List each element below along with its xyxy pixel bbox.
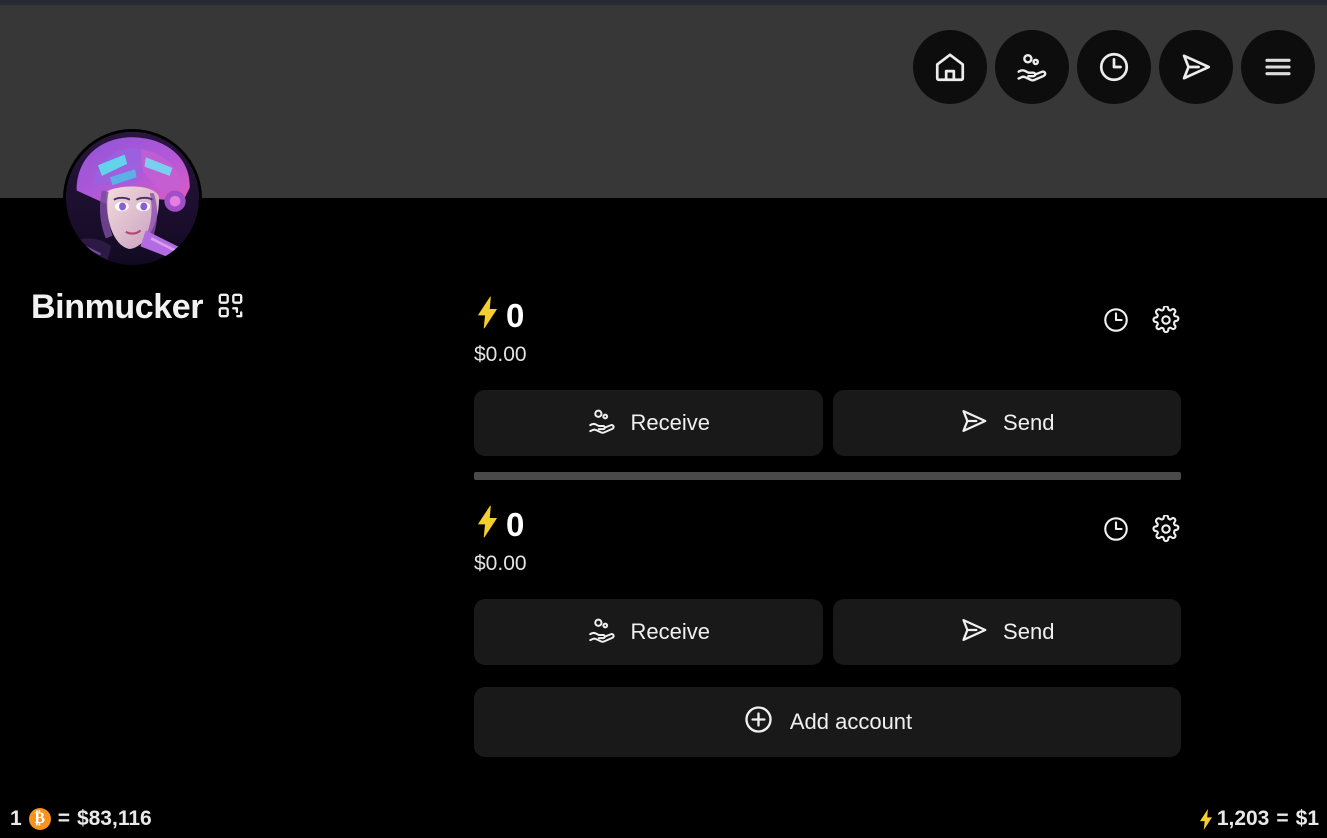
btc-rate-equals: =: [57, 807, 70, 830]
receive-hand-coin-icon: [587, 615, 617, 649]
account-settings-button[interactable]: [1152, 306, 1180, 334]
account-fiat-value: $0.00: [474, 343, 527, 366]
account-balance-row: 0: [474, 296, 1181, 334]
send-paper-plane-icon: [1179, 50, 1213, 84]
bitcoin-symbol: ₿: [34, 810, 46, 827]
hamburger-menu-icon: [1261, 50, 1295, 84]
receive-button[interactable]: Receive: [474, 390, 823, 456]
nav-home-button[interactable]: [913, 30, 987, 104]
btc-rate-prefix: 1: [10, 807, 22, 830]
lightning-bolt-icon: [474, 505, 501, 543]
account-balance-row: 0: [474, 505, 1181, 543]
accounts-list: 0 $0.00 Receive Send 0 $0.00 Receive Sen…: [474, 296, 1181, 757]
send-paper-plane-icon: [959, 406, 989, 440]
account-history-button[interactable]: [1102, 515, 1130, 543]
receive-button-label: Receive: [630, 410, 710, 435]
nav-menu-button[interactable]: [1241, 30, 1315, 104]
receive-button[interactable]: Receive: [474, 599, 823, 665]
account-button-row: Receive Send: [474, 599, 1181, 665]
account-balance-header: 0 $0.00: [474, 505, 1181, 589]
home-icon: [933, 50, 967, 84]
clock-icon: [1097, 50, 1131, 84]
account-actions: [1102, 515, 1180, 543]
page-title: Binmucker: [31, 288, 204, 326]
wallet-app: Binmucker 0 $0.00 Receive Send 0 $0.00 R…: [0, 0, 1327, 838]
btc-rate-price: $83,116: [76, 807, 152, 830]
account-balance-amount: 0: [506, 296, 525, 334]
add-account-label: Add account: [789, 709, 913, 734]
account-history-button[interactable]: [1102, 306, 1130, 334]
horizontal-scrollbar[interactable]: [474, 472, 1181, 480]
account-balance-header: 0 $0.00: [474, 296, 1181, 380]
sats-equals: =: [1276, 807, 1289, 830]
send-button-label: Send: [1003, 619, 1055, 644]
account-actions: [1102, 306, 1180, 334]
avatar-image: [66, 132, 199, 265]
nav-receive-button[interactable]: [995, 30, 1069, 104]
nav-history-button[interactable]: [1077, 30, 1151, 104]
avatar[interactable]: [63, 129, 202, 268]
lightning-bolt-icon: [1197, 802, 1215, 836]
plus-circle-icon: [743, 704, 774, 741]
btc-rate: 1 ₿ = $83,116: [10, 807, 152, 831]
account-button-row: Receive Send: [474, 390, 1181, 456]
account-card: 0 $0.00 Receive Send: [474, 505, 1181, 665]
header-nav: [913, 30, 1315, 104]
sats-amount: 1,203: [1216, 807, 1270, 830]
account-settings-button[interactable]: [1152, 515, 1180, 543]
send-button[interactable]: Send: [832, 390, 1181, 456]
lightning-bolt-icon: [474, 296, 501, 334]
account-card: 0 $0.00 Receive Send: [474, 296, 1181, 456]
send-button[interactable]: Send: [832, 599, 1181, 665]
nav-send-button[interactable]: [1159, 30, 1233, 104]
send-button-label: Send: [1003, 410, 1055, 435]
receive-hand-coin-icon: [587, 406, 617, 440]
sats-rate: 1,203 = $1: [1197, 802, 1319, 836]
receive-button-label: Receive: [630, 619, 710, 644]
sats-value: $1: [1295, 807, 1319, 830]
account-balance-amount: 0: [506, 505, 525, 543]
qr-code-icon[interactable]: [217, 292, 244, 324]
status-bar: 1 ₿ = $83,116 1,203 = $1: [0, 800, 1327, 838]
account-fiat-value: $0.00: [474, 552, 527, 575]
send-paper-plane-icon: [959, 615, 989, 649]
receive-hand-coin-icon: [1015, 50, 1049, 84]
profile-header: Binmucker: [31, 288, 244, 327]
add-account-button[interactable]: Add account: [474, 687, 1181, 757]
header-band: [0, 5, 1327, 198]
bitcoin-icon: ₿: [28, 808, 51, 830]
